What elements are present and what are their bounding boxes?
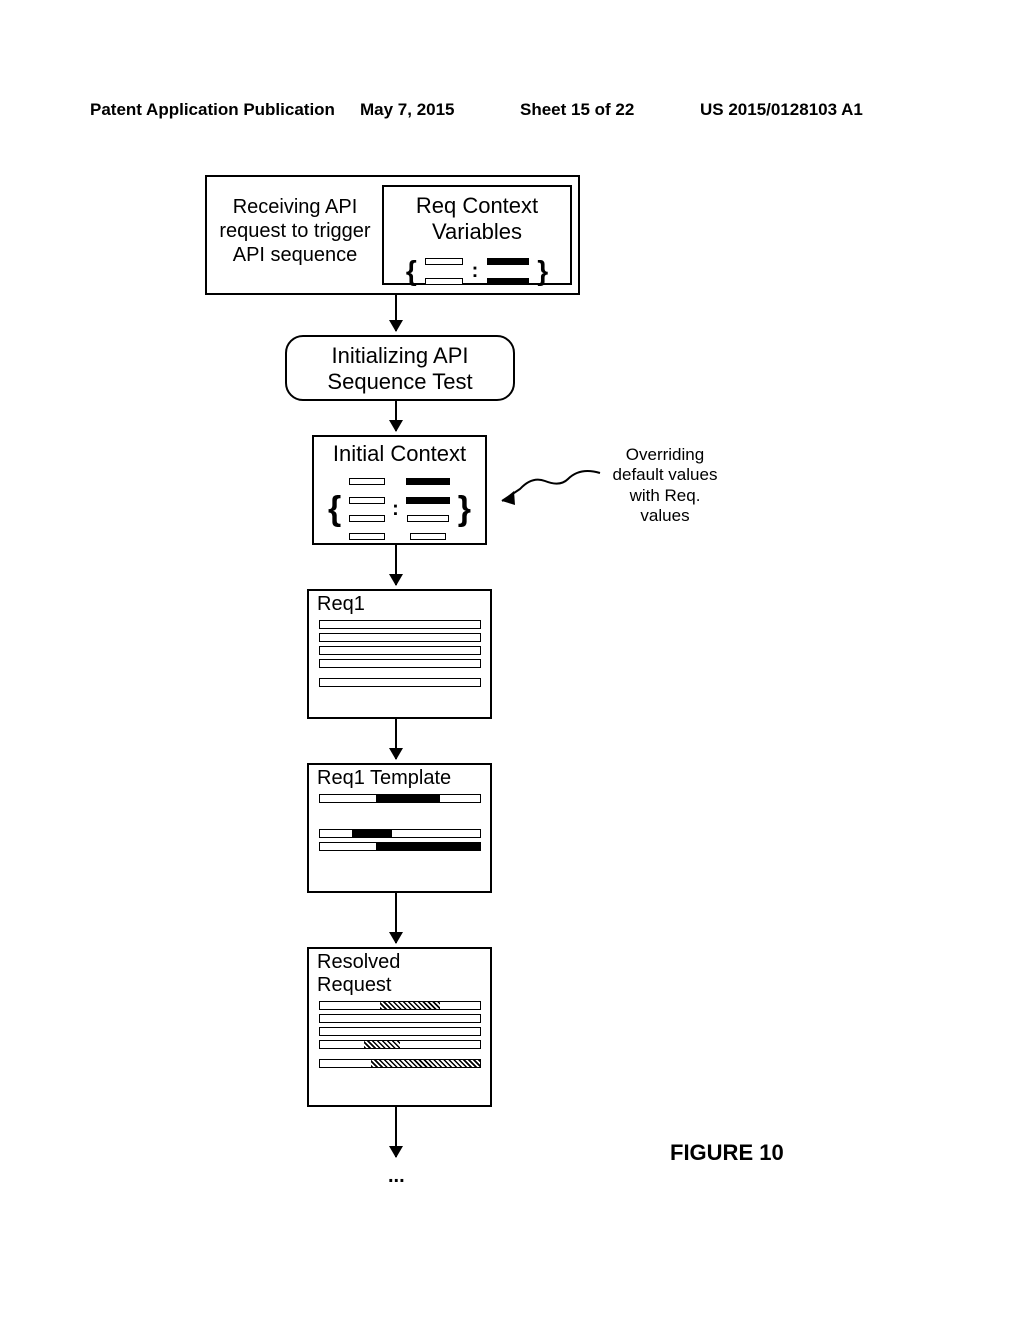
brace-left: {: [406, 257, 417, 285]
hdr-docnum: US 2015/0128103 A1: [700, 100, 863, 120]
resolved-title2: Request: [309, 974, 490, 997]
arrow-6: [395, 1107, 397, 1157]
step-req1-template: Req1 Template: [307, 763, 492, 893]
arrow-1: [395, 295, 397, 331]
arrow-4: [395, 719, 397, 759]
initial-context-title: Initial Context: [314, 441, 485, 467]
arrow-2: [395, 401, 397, 431]
hdr-publication: Patent Application Publication: [90, 100, 335, 120]
step-receiving-text: Receiving API request to trigger API seq…: [215, 195, 375, 267]
colon-2: :: [392, 499, 399, 519]
step-receiving-container: Receiving API request to trigger API seq…: [205, 175, 580, 295]
req1-title: Req1: [309, 593, 490, 616]
arrow-5: [395, 893, 397, 943]
req-context-variables-title: Req Context Variables: [384, 193, 570, 245]
arrow-3: [395, 545, 397, 585]
colon: :: [472, 261, 479, 281]
brace-right-2: }: [458, 492, 471, 526]
step-initializing-text: Initializing API Sequence Test: [287, 343, 513, 395]
squiggle-arrow: [490, 465, 610, 515]
ellipsis: ...: [388, 1165, 405, 1188]
hdr-sheet: Sheet 15 of 22: [520, 100, 634, 120]
hdr-date: May 7, 2015: [360, 100, 455, 120]
resolved-title1: Resolved: [309, 951, 490, 974]
step-initializing: Initializing API Sequence Test: [285, 335, 515, 401]
brace-left-2: {: [328, 492, 341, 526]
figure-label: FIGURE 10: [670, 1140, 784, 1166]
brace-right: }: [537, 257, 548, 285]
annotation-override: Overriding default values with Req. valu…: [605, 445, 725, 527]
req-context-variables-box: Req Context Variables { : }: [382, 185, 572, 285]
step-req1: Req1: [307, 589, 492, 719]
step-initial-context: Initial Context { : }: [312, 435, 487, 545]
req1-template-title: Req1 Template: [309, 767, 490, 790]
step-resolved-request: Resolved Request: [307, 947, 492, 1107]
flowchart: Receiving API request to trigger API seq…: [0, 175, 1020, 1255]
